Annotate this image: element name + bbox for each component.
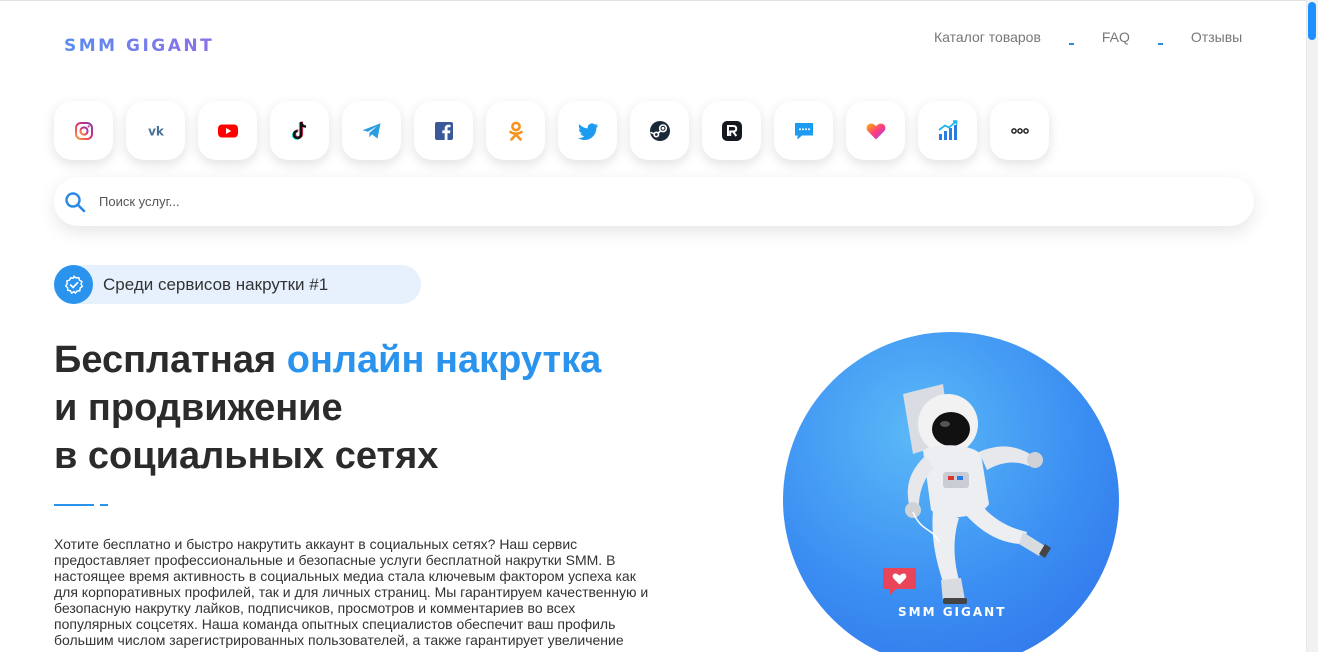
rutube-icon (721, 120, 742, 141)
hero-divider-dot (100, 504, 108, 506)
youtube-icon (217, 124, 238, 137)
hero-title: Бесплатная онлайн накрутка и продвижение… (54, 336, 601, 480)
hero-illustration (783, 332, 1119, 652)
verified-icon (54, 265, 93, 304)
search-bar[interactable] (54, 177, 1254, 226)
hero-title-part1: Бесплатная (54, 339, 287, 381)
logo[interactable]: SMM GIGANT (64, 36, 214, 56)
nav-catalog-link[interactable]: Каталог товаров (934, 29, 1041, 45)
social-tile-chat[interactable] (774, 101, 833, 160)
hero-description: Хотите бесплатно и быстро накрутить акка… (54, 536, 649, 648)
odnoklassniki-icon (508, 121, 523, 141)
instagram-icon (74, 121, 93, 140)
social-tile-stats[interactable] (918, 101, 977, 160)
vk-icon: vk (148, 124, 165, 138)
social-tile-telegram[interactable] (342, 101, 401, 160)
social-tile-likee[interactable] (846, 101, 905, 160)
more-icon (1010, 127, 1029, 134)
likee-icon (866, 123, 885, 139)
hero-divider (54, 504, 94, 506)
social-tile-twitter[interactable] (558, 101, 617, 160)
scrollbar[interactable] (1306, 0, 1318, 652)
social-tile-tiktok[interactable] (270, 101, 329, 160)
nav-separator (1157, 43, 1163, 45)
social-tile-steam[interactable] (630, 101, 689, 160)
search-icon (65, 191, 86, 212)
social-tile-vk[interactable]: vk (126, 101, 185, 160)
illustration-brand: SMM GIGANT (898, 605, 1007, 619)
search-input[interactable] (99, 194, 1199, 209)
main-nav: Каталог товаров FAQ Отзывы (934, 29, 1242, 45)
tiktok-icon (291, 121, 306, 140)
social-tile-rutube[interactable] (702, 101, 761, 160)
telegram-icon (362, 122, 380, 138)
social-tile-facebook[interactable] (414, 101, 473, 160)
chat-icon (794, 122, 813, 139)
social-tile-youtube[interactable] (198, 101, 257, 160)
stats-icon (937, 119, 957, 140)
nav-faq-link[interactable]: FAQ (1102, 29, 1130, 45)
scrollbar-thumb[interactable] (1308, 2, 1316, 40)
top-border (0, 0, 1318, 1)
social-tile-odnoklassniki[interactable] (486, 101, 545, 160)
svg-text:vk: vk (148, 124, 165, 138)
hero-title-line3: в социальных сетях (54, 435, 439, 477)
nav-separator (1068, 43, 1074, 45)
nav-reviews-link[interactable]: Отзывы (1191, 29, 1242, 45)
rank-badge: Среди сервисов накрутки #1 (54, 265, 421, 304)
social-tile-instagram[interactable] (54, 101, 113, 160)
twitter-icon (577, 122, 598, 140)
steam-icon (649, 120, 670, 141)
hero-title-accent: онлайн накрутка (286, 339, 602, 381)
facebook-icon (434, 121, 453, 140)
astronaut-image (903, 384, 1051, 604)
social-tile-more[interactable] (990, 101, 1049, 160)
heart-notification-icon (883, 568, 916, 595)
rank-badge-text: Среди сервисов накрутки #1 (103, 274, 329, 294)
social-network-list: vk (54, 101, 1049, 160)
hero-title-line2: и продвижение (54, 387, 343, 429)
